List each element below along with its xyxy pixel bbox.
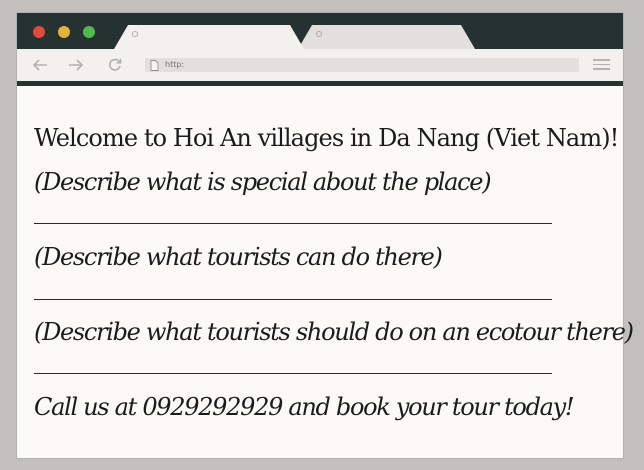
tab-favicon-icon — [132, 31, 138, 37]
address-bar[interactable] — [145, 58, 579, 72]
background-tab[interactable] — [298, 25, 475, 49]
answer-line-activities — [34, 299, 552, 300]
page-icon — [150, 60, 159, 71]
active-tab[interactable] — [114, 25, 304, 49]
prompt-special-place: (Describe what is special about the plac… — [34, 168, 492, 196]
reload-icon[interactable] — [106, 56, 124, 74]
answer-line-special — [34, 223, 552, 224]
toolbar-divider — [17, 81, 623, 86]
close-window-button[interactable] — [33, 26, 45, 38]
maximize-window-button[interactable] — [83, 26, 95, 38]
browser-toolbar — [17, 49, 623, 81]
tab-favicon-icon — [316, 31, 322, 37]
prompt-ecotour: (Describe what tourists should do on an … — [34, 318, 634, 346]
browser-window: Welcome to Hoi An villages in Da Nang (V… — [17, 13, 634, 458]
title-bar — [17, 13, 623, 49]
answer-line-ecotour — [34, 373, 552, 374]
minimize-window-button[interactable] — [58, 26, 70, 38]
forward-arrow-icon[interactable] — [67, 56, 85, 74]
back-arrow-icon[interactable] — [31, 56, 49, 74]
call-to-action: Call us at 0929292929 and book your tour… — [34, 393, 575, 421]
prompt-tourist-activities: (Describe what tourists can do there) — [34, 243, 443, 271]
hamburger-menu-icon[interactable] — [593, 59, 610, 71]
page-heading: Welcome to Hoi An villages in Da Nang (V… — [34, 124, 619, 152]
